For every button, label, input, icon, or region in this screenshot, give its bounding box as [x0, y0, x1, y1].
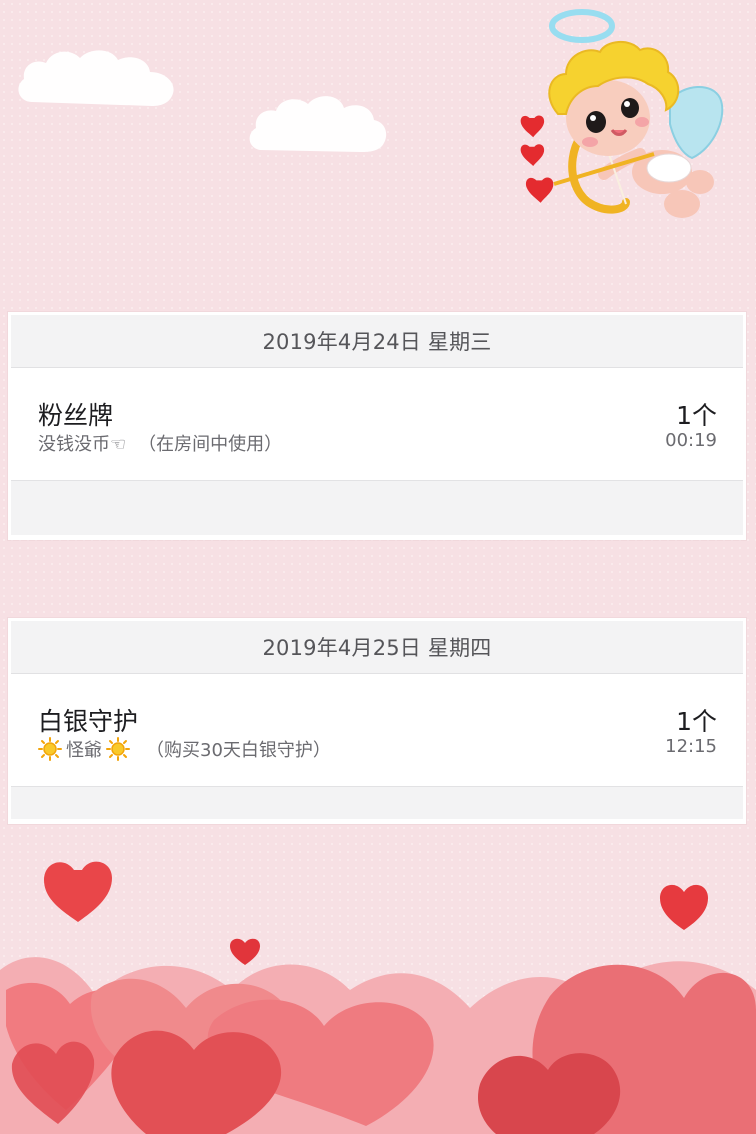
item-time: 00:19: [665, 430, 717, 451]
sun-icon: [38, 737, 62, 761]
cloud-icon: [249, 96, 387, 152]
record-card: 2019年4月24日 星期三 粉丝牌 没钱没币☜ （在房间中使用） 1个 00:…: [8, 312, 746, 540]
item-title: 白银守护: [38, 707, 139, 736]
cloud-icon: [18, 50, 174, 106]
background-scene: 2019年4月24日 星期三 粉丝牌 没钱没币☜ （在房间中使用） 1个 00:…: [0, 0, 756, 1134]
card-footer-spacer: [11, 481, 743, 535]
item-title: 粉丝牌: [38, 401, 114, 430]
record-row[interactable]: 粉丝牌 没钱没币☜ （在房间中使用） 1个 00:19: [11, 368, 743, 481]
hearts-bottom-decoration: [0, 957, 756, 1134]
usage-note: （在房间中使用）: [138, 434, 283, 455]
date-header: 2019年4月25日 星期四: [11, 621, 743, 674]
sun-icon: [106, 737, 130, 761]
user-name: 没钱没币☜: [38, 434, 127, 455]
record-card: 2019年4月25日 星期四 白银守护 怪爺 （购买30天白银守护） 1个 12…: [8, 618, 746, 824]
card-footer-spacer: [11, 787, 743, 819]
cupid-icon: [520, 9, 724, 218]
record-row[interactable]: 白银守护 怪爺 （购买30天白银守护） 1个 12:15: [11, 674, 743, 787]
date-header: 2019年4月24日 星期三: [11, 315, 743, 368]
item-count: 1个: [676, 707, 717, 736]
user-name: 怪爺: [66, 740, 102, 761]
usage-note: （购买30天白银守护）: [146, 740, 331, 761]
item-time: 12:15: [665, 736, 717, 757]
item-subtitle: 没钱没币☜ （在房间中使用）: [38, 430, 282, 456]
item-subtitle: 怪爺 （购买30天白银守护）: [38, 736, 331, 762]
item-count: 1个: [676, 401, 717, 430]
